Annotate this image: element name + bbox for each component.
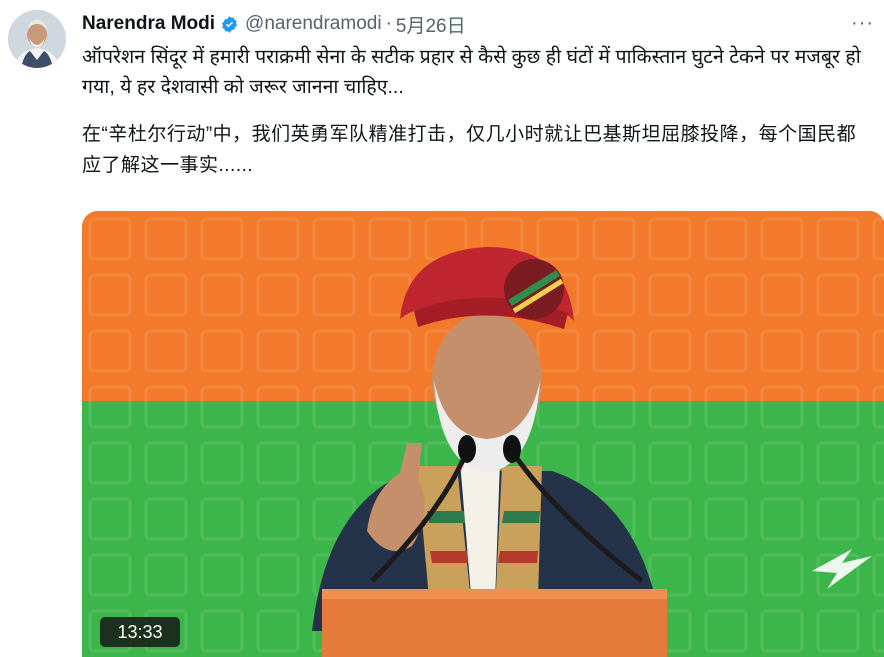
author-name[interactable]: Narendra Modi [82,13,215,35]
more-options-icon[interactable]: ··· [851,12,874,34]
video-duration-badge: 13:33 [100,617,180,647]
author-handle[interactable]: @narendramodi [245,13,382,35]
tweet-text: ऑपरेशन सिंदूर में हमारी पराक्रमी सेना के… [82,46,861,98]
header-separator: · [385,13,392,34]
verified-badge-icon [222,15,238,33]
tweet-translation: 在“辛杜尔行动”中，我们英勇军队精准打击，仅几小时就让巴基斯坦屈膝投降，每个国民… [82,124,857,176]
video-thumbnail [82,211,884,657]
author-avatar[interactable] [8,10,66,68]
video-player[interactable]: 13:33 [82,211,884,657]
avatar-portrait [8,10,66,68]
post-date[interactable]: 5月26日 [396,11,466,38]
tweet-header: Narendra Modi @narendramodi · 5月26日 ··· [82,11,874,38]
